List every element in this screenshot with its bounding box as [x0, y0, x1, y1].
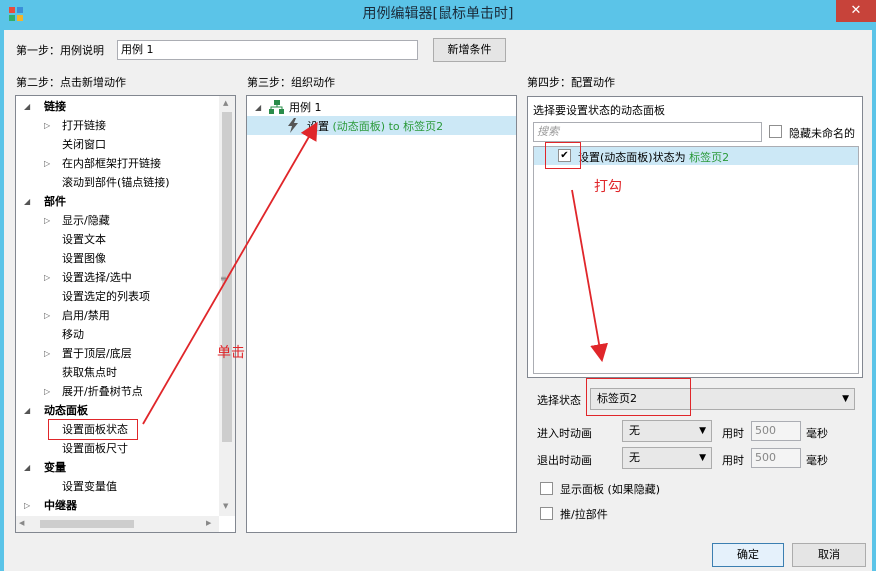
arrow-to-select [571, 189, 608, 363]
arrow-to-action [142, 121, 318, 425]
annotation-arrows [142, 121, 608, 425]
